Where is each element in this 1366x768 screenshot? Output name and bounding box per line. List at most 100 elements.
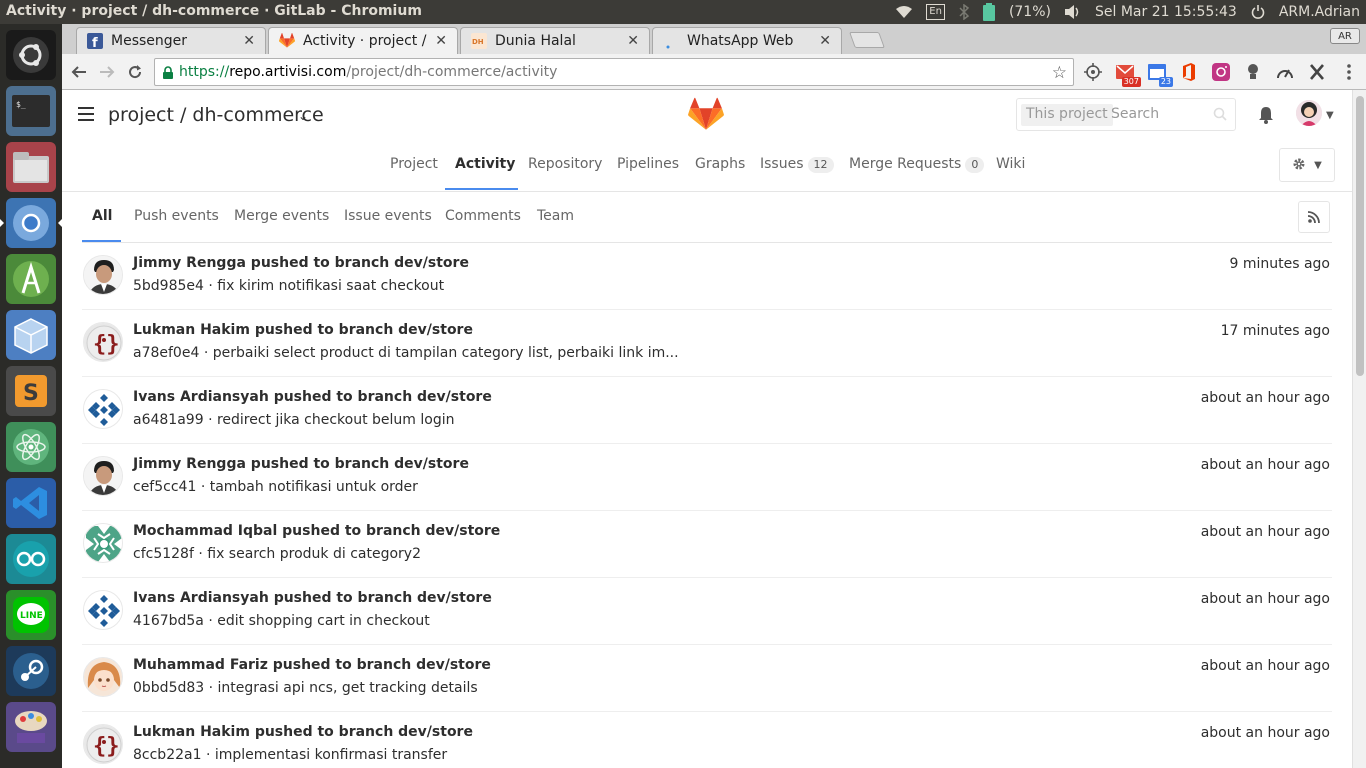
- author-link[interactable]: Muhammad Fariz: [133, 657, 268, 673]
- commit-sha-link[interactable]: 4167bd5a: [133, 613, 204, 629]
- calendar-extension-icon[interactable]: 23: [1146, 61, 1173, 87]
- volume-icon[interactable]: [1064, 3, 1081, 21]
- browser-menu-icon[interactable]: [1338, 61, 1360, 83]
- scrollbar-thumb[interactable]: [1356, 96, 1364, 376]
- bookmark-star-icon[interactable]: ☆: [1052, 63, 1067, 83]
- clock[interactable]: Sel Mar 21 15:55:43: [1095, 4, 1237, 20]
- keyboard-layout-indicator[interactable]: En: [926, 3, 945, 21]
- commit-sha-link[interactable]: cfc5128f: [133, 546, 194, 562]
- terminal-icon[interactable]: $_: [6, 86, 56, 136]
- branch-link[interactable]: dev/store: [394, 255, 469, 271]
- reload-button[interactable]: [124, 61, 146, 83]
- notification-bell-icon[interactable]: [1258, 106, 1274, 128]
- arduino-icon[interactable]: [6, 534, 56, 584]
- vscode-icon[interactable]: [6, 478, 56, 528]
- wifi-icon[interactable]: [896, 3, 913, 21]
- filter-push-events[interactable]: Push events: [134, 208, 219, 224]
- gmail-checker-icon[interactable]: 307: [1114, 61, 1141, 87]
- back-button[interactable]: [68, 61, 90, 83]
- close-icon[interactable]: ✕: [243, 33, 255, 49]
- tab-project[interactable]: Project: [390, 156, 438, 172]
- branch-link[interactable]: dev/store: [426, 523, 501, 539]
- rss-feed-button[interactable]: [1298, 201, 1330, 233]
- commit-sha-link[interactable]: a78ef0e4: [133, 345, 199, 361]
- filter-issue-events[interactable]: Issue events: [344, 208, 432, 224]
- files-icon[interactable]: [6, 142, 56, 192]
- chromium-icon[interactable]: [0, 198, 62, 248]
- sublime-text-icon[interactable]: S: [6, 366, 56, 416]
- hamburger-menu-icon[interactable]: [78, 107, 94, 125]
- power-icon[interactable]: [1251, 3, 1265, 21]
- tab-wiki[interactable]: Wiki: [996, 156, 1025, 172]
- profile-button[interactable]: AR: [1330, 28, 1360, 44]
- project-title[interactable]: project / dh-commerce: [108, 104, 324, 126]
- author-avatar[interactable]: [83, 590, 123, 630]
- atom-editor-icon[interactable]: [6, 422, 56, 472]
- crosshair-extension-icon[interactable]: [1082, 61, 1104, 83]
- chevron-down-icon[interactable]: ⌄: [298, 109, 308, 123]
- office-icon[interactable]: [1178, 61, 1200, 83]
- author-avatar[interactable]: [83, 389, 123, 429]
- close-icon[interactable]: ✕: [627, 33, 639, 49]
- filter-all[interactable]: All: [92, 208, 112, 224]
- ubuntu-dash-icon[interactable]: [6, 30, 56, 80]
- new-tab-button[interactable]: [849, 32, 885, 48]
- author-link[interactable]: Ivans Ardiansyah: [133, 389, 269, 405]
- speedometer-icon[interactable]: [1274, 61, 1296, 83]
- branch-link[interactable]: dev/store: [398, 724, 473, 740]
- chevron-down-icon[interactable]: ▼: [1326, 110, 1334, 121]
- tab-messenger[interactable]: f Messenger ✕: [76, 27, 266, 54]
- author-link[interactable]: Jimmy Rengga: [133, 255, 246, 271]
- virtualbox-icon[interactable]: [6, 310, 56, 360]
- author-avatar[interactable]: {}: [83, 724, 123, 764]
- project-settings-button[interactable]: ▼: [1279, 148, 1335, 182]
- branch-link[interactable]: dev/store: [417, 590, 492, 606]
- address-bar[interactable]: https://repo.artivisi.com/project/dh-com…: [154, 58, 1074, 86]
- session-user[interactable]: ARM.Adrian: [1279, 4, 1360, 20]
- instagram-icon[interactable]: [1210, 61, 1232, 83]
- battery-icon[interactable]: [982, 3, 995, 21]
- filter-team[interactable]: Team: [537, 208, 574, 224]
- author-avatar[interactable]: [83, 523, 123, 563]
- commit-sha-link[interactable]: a6481a99: [133, 412, 204, 428]
- author-avatar[interactable]: {}: [83, 322, 123, 362]
- tab-issues[interactable]: Issues 12: [760, 156, 834, 173]
- x-extension-icon[interactable]: [1306, 61, 1328, 83]
- author-link[interactable]: Lukman Hakim: [133, 322, 250, 338]
- bluetooth-icon[interactable]: [959, 3, 969, 21]
- forward-button[interactable]: [96, 61, 118, 83]
- tab-activity[interactable]: Activity · project / dh ✕: [268, 27, 458, 54]
- author-link[interactable]: Lukman Hakim: [133, 724, 250, 740]
- branch-link[interactable]: dev/store: [394, 456, 469, 472]
- line-messenger-icon[interactable]: LINE: [6, 590, 56, 640]
- commit-sha-link[interactable]: 0bbd5d83: [133, 680, 204, 696]
- search-input[interactable]: This project Search: [1016, 98, 1236, 131]
- tab-repository[interactable]: Repository: [528, 156, 602, 172]
- author-link[interactable]: Jimmy Rengga: [133, 456, 246, 472]
- author-avatar[interactable]: [83, 456, 123, 496]
- branch-link[interactable]: dev/store: [417, 389, 492, 405]
- paint-app-icon[interactable]: [6, 702, 56, 752]
- page-scrollbar[interactable]: [1352, 90, 1366, 768]
- tab-pipelines[interactable]: Pipelines: [617, 156, 679, 172]
- author-link[interactable]: Ivans Ardiansyah: [133, 590, 269, 606]
- tab-whatsapp[interactable]: WhatsApp Web ✕: [652, 27, 842, 54]
- user-avatar[interactable]: [1296, 100, 1322, 126]
- tab-graphs[interactable]: Graphs: [695, 156, 745, 172]
- tab-merge-requests[interactable]: Merge Requests 0: [849, 156, 985, 173]
- search-scope-badge[interactable]: This project: [1021, 104, 1113, 126]
- filter-merge-events[interactable]: Merge events: [234, 208, 329, 224]
- close-icon[interactable]: ✕: [819, 33, 831, 49]
- author-link[interactable]: Mochammad Iqbal: [133, 523, 277, 539]
- steam-icon[interactable]: [6, 646, 56, 696]
- commit-sha-link[interactable]: cef5cc41: [133, 479, 196, 495]
- branch-link[interactable]: dev/store: [416, 657, 491, 673]
- gitlab-logo-icon[interactable]: [688, 97, 724, 135]
- lightbulb-extension-icon[interactable]: [1242, 61, 1264, 83]
- filter-comments[interactable]: Comments: [445, 208, 521, 224]
- branch-link[interactable]: dev/store: [398, 322, 473, 338]
- tab-dunia-halal[interactable]: DH Dunia Halal ✕: [460, 27, 650, 54]
- commit-sha-link[interactable]: 8ccb22a1: [133, 747, 202, 763]
- android-studio-icon[interactable]: [6, 254, 56, 304]
- author-avatar[interactable]: [83, 657, 123, 697]
